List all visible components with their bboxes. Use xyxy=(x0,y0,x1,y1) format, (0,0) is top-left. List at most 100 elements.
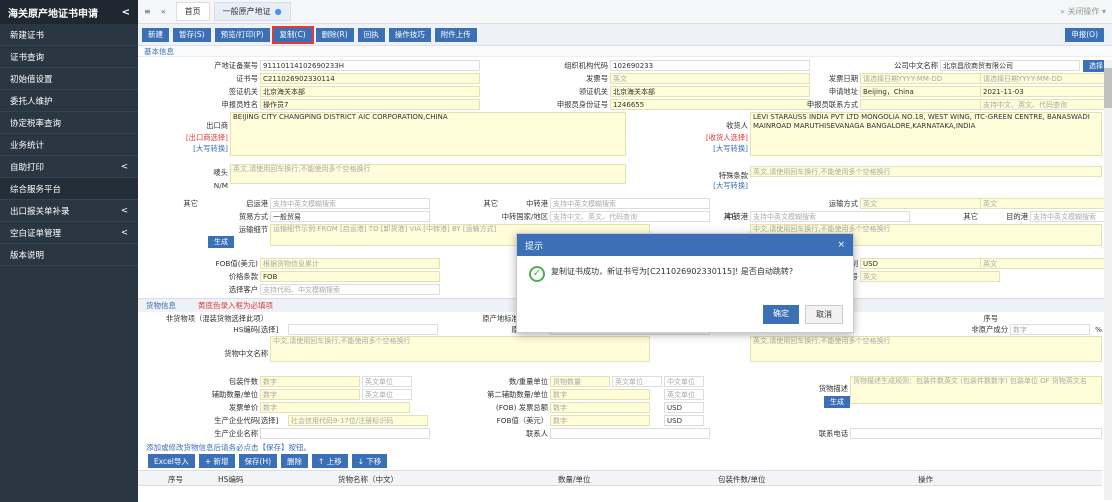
input-field[interactable]: 91110114102690233H xyxy=(260,60,480,71)
scroll-thumb[interactable] xyxy=(1104,68,1112,108)
issuer-field[interactable]: BEIJING CITY CHANGPING DISTRICT AIC CORP… xyxy=(230,112,626,156)
desc-field[interactable]: 货物描述生成规则：包装件数英文 (包装件数数字) 包装单位 OF 货物英文名 xyxy=(850,376,1102,404)
input-field[interactable]: 数字 xyxy=(550,389,650,400)
tab-home[interactable]: 首页 xyxy=(175,2,210,21)
field-label: 启运港 xyxy=(246,199,268,208)
input-field[interactable]: USD xyxy=(664,402,704,413)
field-label: 发票号 xyxy=(586,74,608,83)
special-upper-link[interactable]: [大写转换] xyxy=(638,180,748,192)
input-field[interactable]: 支持中文、英文、代码查询 xyxy=(980,99,1106,110)
input-field[interactable]: 英文单位 xyxy=(362,389,412,400)
field-label: 目的港 xyxy=(1006,212,1028,221)
input-field[interactable]: C211026902330114 xyxy=(260,73,480,84)
input-field[interactable]: 支持中英文模糊搜索 xyxy=(1030,211,1106,222)
input-field[interactable]: 北京海关本部 xyxy=(260,86,480,97)
sidebar-item-label: 出口报关单补录 xyxy=(10,206,70,217)
input-field[interactable]: 数字 xyxy=(1010,324,1090,335)
declare-button[interactable]: 申报(O) xyxy=(1065,27,1104,42)
mark-field[interactable]: 英文,请使用回车换行,不能使用多个空格换行 xyxy=(230,164,626,184)
input-field[interactable]: 操作员7 xyxy=(260,99,480,110)
input-field[interactable]: 数字 xyxy=(550,402,650,413)
input-field[interactable]: 北京昌欣商贸有限公司 xyxy=(940,60,1080,71)
sidebar-item[interactable]: 自助打印 < xyxy=(0,156,138,178)
upper-convert-link[interactable]: [大写转换] xyxy=(138,143,228,155)
input-field[interactable]: 数字 xyxy=(260,402,410,413)
sidebar-item[interactable]: 综合服务平台 xyxy=(0,178,138,200)
generate-button[interactable]: 生成 xyxy=(208,236,234,248)
sidebar-item[interactable]: 初始值设置 xyxy=(0,68,138,90)
sidebar-item[interactable]: 委托人维护 xyxy=(0,90,138,112)
sidebar-item[interactable]: 新建证书 xyxy=(0,24,138,46)
basic-title: 基本信息 xyxy=(144,46,174,56)
close-icon[interactable]: × xyxy=(837,240,845,250)
close-ops[interactable]: » 关闭操作 ▾ xyxy=(1060,6,1106,17)
menu-icon[interactable]: ≡ xyxy=(144,7,151,16)
toolbar-button[interactable]: 暂存(S) xyxy=(173,27,211,42)
toolbar-button[interactable]: 删除(R) xyxy=(315,27,354,42)
field-label: 联系电话 xyxy=(818,429,848,438)
input-field[interactable]: FOB xyxy=(260,271,440,282)
input-field[interactable]: 支持中英文模糊搜索 xyxy=(550,198,710,209)
toolbar-button[interactable]: 附件上传 xyxy=(434,27,477,42)
sidebar-item-label: 协定税率查询 xyxy=(10,118,62,129)
sidebar-item[interactable]: 空白证单管理 < xyxy=(0,222,138,244)
input-field[interactable]: 数字 xyxy=(550,415,650,426)
input-field[interactable]: 根据货物信息累计 xyxy=(260,258,440,269)
list-col-header: 数量/单位 xyxy=(558,475,591,484)
scrollbar[interactable] xyxy=(1104,60,1112,500)
list-button[interactable]: ↓ 下移 xyxy=(351,454,388,468)
input-field[interactable]: 支持中英文模糊搜索 xyxy=(270,198,430,209)
app-title: 海关原产地证书申请 xyxy=(8,8,98,20)
toolbar-button[interactable]: 操作技巧 xyxy=(388,27,431,42)
input-field[interactable] xyxy=(260,428,430,439)
input-field[interactable]: 货物数量 xyxy=(550,376,610,387)
input-field[interactable]: 英文 xyxy=(980,198,1106,209)
input-field[interactable]: 数字 xyxy=(260,376,360,387)
input-field[interactable]: 102690233 xyxy=(610,60,810,71)
input-field[interactable] xyxy=(288,324,438,335)
consignee-upper-link[interactable]: [大写转换] xyxy=(638,143,748,155)
input-field[interactable]: 英文单位 xyxy=(612,376,662,387)
input-field[interactable]: 数字 xyxy=(260,389,360,400)
input-field[interactable]: 支持中英文模糊搜索 xyxy=(750,211,910,222)
input-field[interactable]: 英文 xyxy=(980,258,1106,269)
input-field[interactable]: 社会信用代码9-17位/注册标识码 xyxy=(288,415,428,426)
input-field[interactable]: 中文单位 xyxy=(664,376,704,387)
sidebar-item[interactable]: 版本说明 xyxy=(0,244,138,266)
special-field[interactable]: 英文,请使用回车换行,不能使用多个空格换行 xyxy=(750,166,1102,177)
list-button[interactable]: Excel导入 xyxy=(148,454,195,468)
field-label: 生产企业代码 xyxy=(214,416,258,425)
toolbar-button[interactable]: 复制(C) xyxy=(271,25,314,44)
toolbar-button[interactable]: 预览/打印(P) xyxy=(214,27,270,42)
input-field[interactable] xyxy=(850,428,1102,439)
input-field[interactable]: 一般贸易 xyxy=(270,211,430,222)
input-field[interactable]: 英文单位 xyxy=(362,376,412,387)
list-button[interactable]: 删除 xyxy=(281,454,309,468)
tab-dot-icon: ● xyxy=(274,7,282,16)
back-icon[interactable]: « xyxy=(161,7,166,16)
cn-name-field[interactable]: 中文,请使用回车换行,不能使用多个空格换行 xyxy=(270,336,650,362)
ok-button[interactable]: 确定 xyxy=(763,305,799,324)
input-field[interactable] xyxy=(550,428,710,439)
collapse-icon[interactable]: < xyxy=(122,7,130,18)
list-button[interactable]: 保存(H) xyxy=(238,454,278,468)
input-field[interactable]: USD xyxy=(664,415,704,426)
cancel-button[interactable]: 取消 xyxy=(805,305,843,324)
list-button[interactable]: + 新增 xyxy=(198,454,235,468)
sidebar-item[interactable]: 出口报关单补录 < xyxy=(0,200,138,222)
input-field[interactable]: 请选择日期YYYY-MM-DD xyxy=(980,73,1106,84)
tab-cert[interactable]: 一般原产地证 ● xyxy=(213,2,291,21)
sidebar-item[interactable]: 协定税率查询 xyxy=(0,112,138,134)
input-field[interactable]: 英文 xyxy=(860,271,1000,282)
toolbar-button[interactable]: 回执 xyxy=(357,27,385,42)
consignee-field[interactable]: LEVI STARAUSS INDIA PVT LTD MONGOLIA NO.… xyxy=(750,112,1102,156)
toolbar-button[interactable]: 新建 xyxy=(142,27,169,42)
input-field[interactable]: 支持代码、中文模糊搜索 xyxy=(260,284,440,295)
sidebar-item[interactable]: 业务统计 xyxy=(0,134,138,156)
list-button[interactable]: ↑ 上移 xyxy=(312,454,348,468)
input-field[interactable]: 英文单位 xyxy=(664,389,704,400)
desc-generate-button[interactable]: 生成 xyxy=(824,396,850,408)
sidebar-item[interactable]: 证书查询 xyxy=(0,46,138,68)
input-field[interactable]: 2021-11-03 xyxy=(980,86,1106,97)
en-name-field[interactable]: 英文,请使用回车换行,不能使用多个空格换行 xyxy=(750,336,1102,362)
